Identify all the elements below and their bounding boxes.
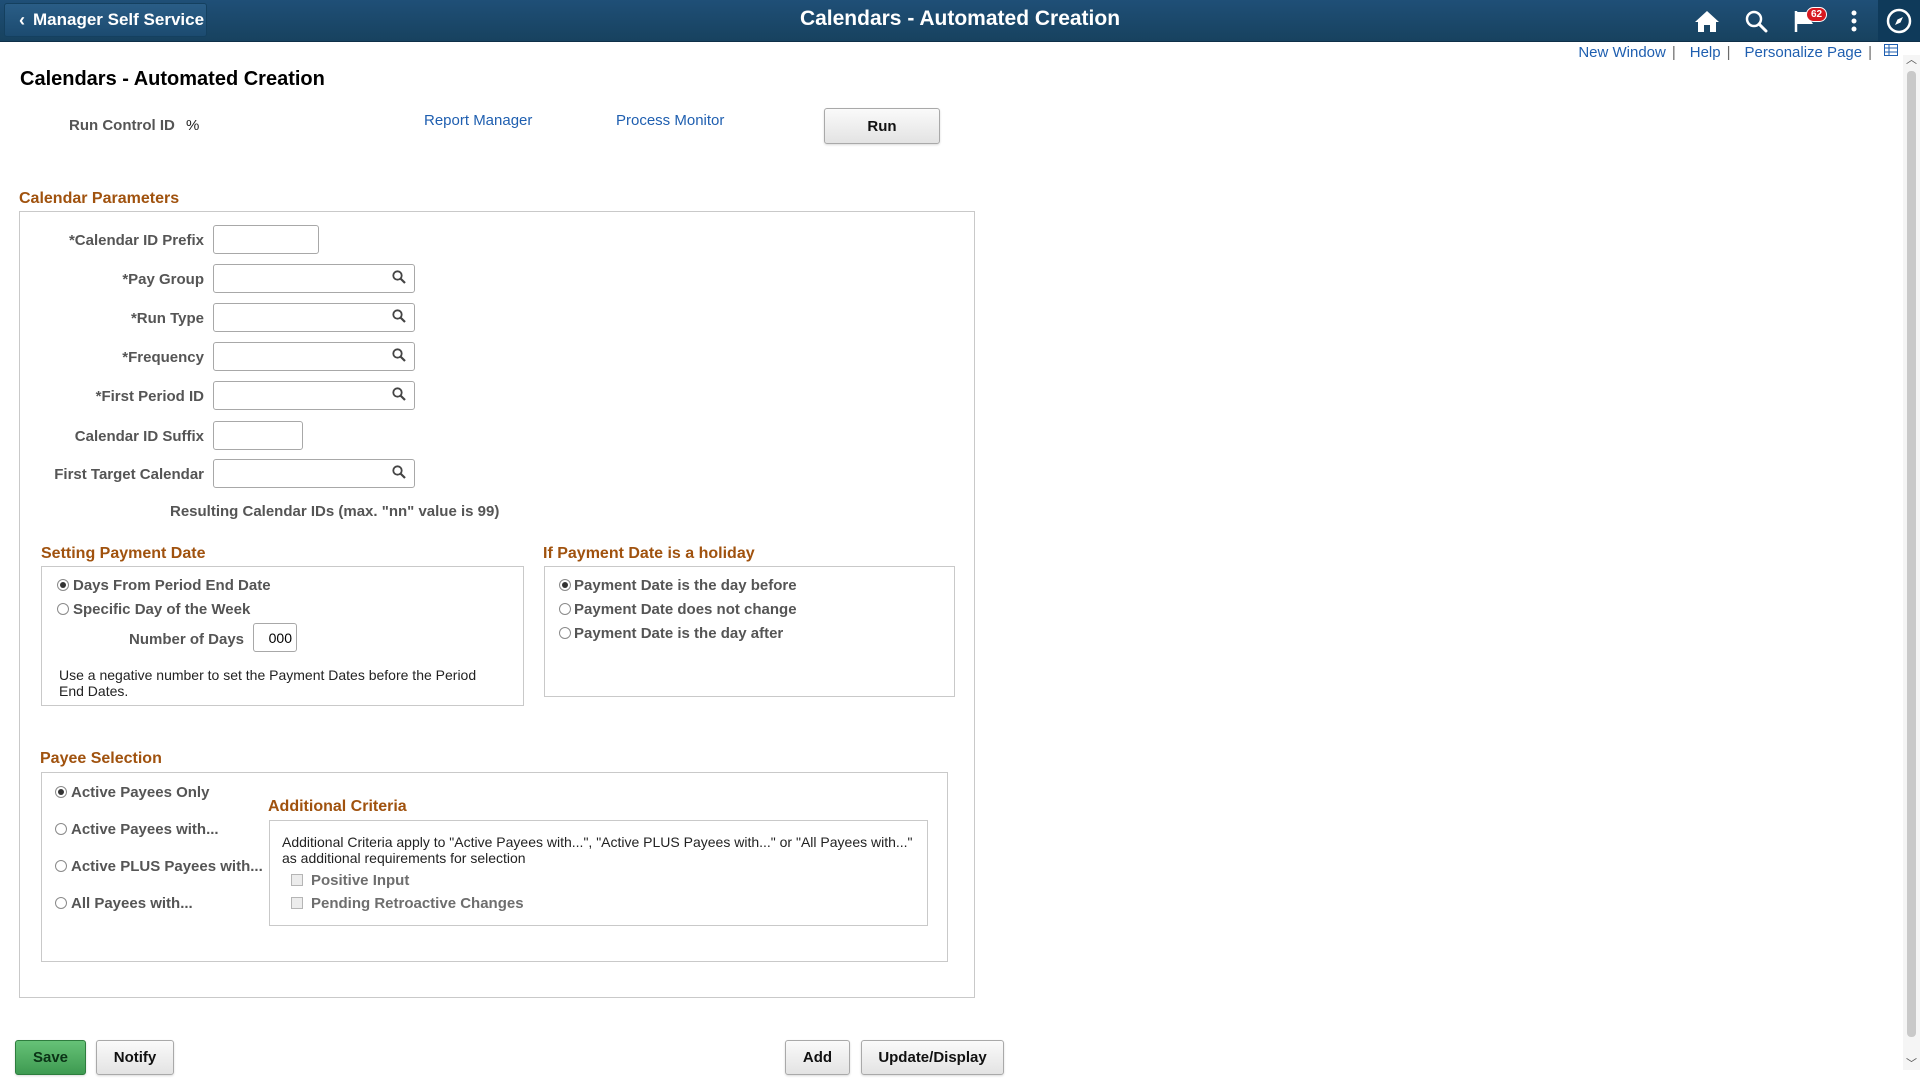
- back-button[interactable]: ‹ Manager Self Service: [4, 3, 207, 37]
- notifications-button[interactable]: 62: [1780, 0, 1829, 41]
- radio-active-payees-with[interactable]: [55, 823, 67, 835]
- separator: |: [1868, 44, 1872, 61]
- help-link[interactable]: Help: [1690, 44, 1721, 61]
- run-control-id-value: %: [186, 117, 200, 134]
- pending-retro-label: Pending Retroactive Changes: [311, 895, 524, 912]
- header-actions: 62: [1682, 0, 1920, 41]
- additional-criteria-note: Additional Criteria apply to "Active Pay…: [282, 834, 913, 866]
- option-all-payees-with: All Payees with...: [71, 895, 193, 912]
- search-icon[interactable]: [392, 309, 406, 323]
- header-title: Calendars - Automated Creation: [799, 7, 1121, 30]
- positive-input-label: Positive Input: [311, 872, 410, 889]
- run-control-id-label: Run Control ID: [69, 117, 175, 134]
- option-active-payees-with: Active Payees with...: [71, 821, 219, 838]
- first-target-calendar-label: First Target Calendar: [54, 466, 204, 483]
- option-active-payees-only: Active Payees Only: [71, 784, 210, 801]
- payee-selection-title: Payee Selection: [40, 750, 162, 767]
- run-button[interactable]: Run: [824, 108, 940, 144]
- pay-group-input[interactable]: [213, 264, 415, 293]
- radio-active-payees-only[interactable]: [55, 786, 67, 798]
- calendar-parameters-title: Calendar Parameters: [19, 190, 180, 207]
- resulting-calendar-ids-note: Resulting Calendar IDs (max. "nn" value …: [170, 503, 500, 520]
- home-button[interactable]: [1682, 0, 1731, 41]
- home-icon: [1694, 10, 1719, 32]
- option-days-from-period-end: Days From Period End Date: [73, 577, 271, 594]
- top-banner: ‹ Manager Self Service Calendars - Autom…: [0, 0, 1920, 42]
- search-icon[interactable]: [392, 465, 406, 479]
- navbar-compass-icon: [1886, 8, 1912, 33]
- process-monitor-link[interactable]: Process Monitor: [616, 112, 724, 129]
- notification-badge: 62: [1806, 7, 1828, 22]
- search-button[interactable]: [1731, 0, 1780, 41]
- separator: |: [1671, 44, 1676, 61]
- calendar-id-suffix-input[interactable]: [213, 421, 303, 450]
- report-manager-link[interactable]: Report Manager: [424, 112, 532, 129]
- search-icon: [1745, 10, 1767, 32]
- back-button-label: Manager Self Service: [33, 10, 205, 29]
- payment-date-note: Use a negative number to set the Payment…: [59, 667, 477, 699]
- scrollbar-thumb[interactable]: [1907, 71, 1916, 1037]
- option-day-before: Payment Date is the day before: [574, 577, 797, 594]
- calendar-id-prefix-input[interactable]: [213, 225, 319, 254]
- first-period-id-input[interactable]: [213, 381, 415, 410]
- calendar-id-suffix-label: Calendar ID Suffix: [74, 428, 204, 445]
- page-title: Calendars - Automated Creation: [20, 68, 325, 90]
- setting-payment-date-title: Setting Payment Date: [41, 545, 206, 562]
- option-day-after: Payment Date is the day after: [574, 625, 784, 642]
- notify-button[interactable]: Notify: [96, 1040, 174, 1075]
- radio-specific-day-of-week[interactable]: [57, 603, 69, 615]
- update-display-button[interactable]: Update/Display: [861, 1040, 1004, 1075]
- radio-days-from-period-end[interactable]: [57, 579, 69, 591]
- actions-menu-icon: [1851, 10, 1856, 31]
- actions-menu-button[interactable]: [1829, 0, 1878, 41]
- page-layout-grid-icon[interactable]: [1884, 44, 1898, 56]
- radio-does-not-change[interactable]: [559, 603, 571, 615]
- pending-retro-checkbox[interactable]: [291, 897, 303, 909]
- radio-active-plus-payees-with[interactable]: [55, 860, 67, 872]
- radio-day-after[interactable]: [559, 627, 571, 639]
- frequency-label: *Frequency: [122, 349, 204, 366]
- chevron-left-icon: ‹: [19, 9, 25, 30]
- first-target-calendar-input[interactable]: [213, 459, 415, 488]
- scroll-down-icon[interactable]: ﹀: [1906, 1059, 1917, 1070]
- option-active-plus-payees-with: Active PLUS Payees with...: [71, 858, 263, 875]
- pay-group-label: *Pay Group: [122, 271, 204, 288]
- run-type-label: *Run Type: [130, 310, 204, 327]
- search-icon[interactable]: [392, 270, 406, 284]
- new-window-link[interactable]: New Window: [1578, 44, 1666, 61]
- scroll-up-icon[interactable]: ︿: [1906, 55, 1917, 66]
- option-specific-day-of-week: Specific Day of the Week: [73, 601, 251, 618]
- number-of-days-input[interactable]: [253, 623, 297, 652]
- first-period-id-label: *First Period ID: [95, 388, 204, 405]
- add-button[interactable]: Add: [785, 1040, 850, 1075]
- utility-links: New Window | Help | Personalize Page |: [1578, 44, 1886, 61]
- personalize-page-link[interactable]: Personalize Page: [1745, 44, 1863, 61]
- additional-criteria-title: Additional Criteria: [268, 798, 407, 815]
- run-type-input[interactable]: [213, 303, 415, 332]
- number-of-days-label: Number of Days: [129, 631, 245, 648]
- search-icon[interactable]: [392, 348, 406, 362]
- navbar-button[interactable]: [1878, 0, 1920, 41]
- radio-all-payees-with[interactable]: [55, 897, 67, 909]
- search-icon[interactable]: [392, 387, 406, 401]
- save-button[interactable]: Save: [15, 1040, 86, 1075]
- vertical-scrollbar[interactable]: ︿ ﹀: [1903, 55, 1920, 1070]
- separator: |: [1726, 44, 1731, 61]
- radio-day-before[interactable]: [559, 579, 571, 591]
- positive-input-checkbox[interactable]: [291, 874, 303, 886]
- holiday-title: If Payment Date is a holiday: [543, 545, 755, 562]
- option-does-not-change: Payment Date does not change: [574, 601, 797, 618]
- frequency-input[interactable]: [213, 342, 415, 371]
- calendar-id-prefix-label: *Calendar ID Prefix: [68, 232, 204, 249]
